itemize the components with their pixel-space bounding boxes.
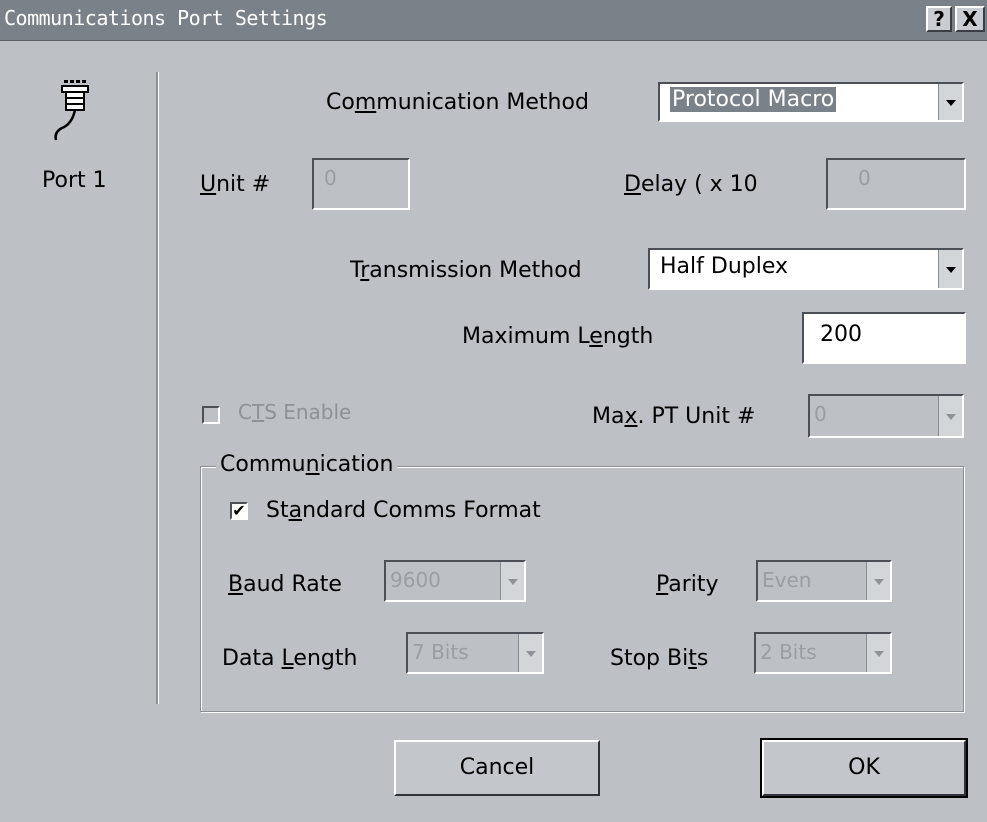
- transmission-method-value: Half Duplex: [660, 254, 789, 279]
- parity-select[interactable]: Even: [756, 560, 892, 602]
- parity-value: Even: [762, 568, 812, 592]
- comm-method-select[interactable]: Protocol Macro: [658, 82, 964, 122]
- delay-input[interactable]: 0: [826, 158, 966, 210]
- comm-method-value: Protocol Macro: [670, 87, 837, 112]
- max-length-label: Maximum Length: [462, 324, 654, 349]
- unit-label: Unit #: [200, 172, 271, 197]
- cancel-button[interactable]: Cancel: [394, 740, 600, 796]
- communication-group-title: Communication: [216, 452, 398, 477]
- help-button[interactable]: ?: [926, 6, 952, 32]
- parity-label: Parity: [656, 572, 719, 597]
- port-label: Port 1: [42, 168, 107, 193]
- delay-label: Delay ( x 10: [624, 172, 758, 197]
- max-pt-unit-label: Max. PT Unit #: [592, 404, 756, 429]
- chevron-down-icon[interactable]: [938, 250, 962, 288]
- standard-comms-checkbox[interactable]: ✔: [230, 502, 248, 520]
- baud-rate-select[interactable]: 9600: [384, 560, 526, 602]
- baud-rate-label: Baud Rate: [228, 572, 342, 597]
- stop-bits-value: 2 Bits: [760, 640, 817, 664]
- stop-bits-select[interactable]: 2 Bits: [754, 632, 892, 674]
- standard-comms-label: Standard Comms Format: [266, 498, 541, 523]
- unit-input[interactable]: 0: [312, 158, 410, 210]
- stop-bits-label: Stop Bits: [610, 646, 709, 671]
- transmission-method-label: Transmission Method: [350, 258, 582, 283]
- chevron-down-icon[interactable]: [518, 634, 542, 672]
- max-length-input[interactable]: 200: [802, 312, 966, 364]
- data-length-value: 7 Bits: [412, 640, 469, 664]
- vertical-separator: [156, 72, 159, 704]
- chevron-down-icon[interactable]: [500, 562, 524, 600]
- chevron-down-icon[interactable]: [938, 396, 962, 436]
- serial-port-icon: [50, 76, 100, 142]
- data-length-label: Data Length: [222, 646, 358, 671]
- chevron-down-icon[interactable]: [866, 634, 890, 672]
- cts-enable-label: CTS Enable: [238, 400, 352, 424]
- comm-method-label: Communication Method: [326, 90, 589, 115]
- chevron-down-icon[interactable]: [938, 84, 962, 120]
- chevron-down-icon[interactable]: [866, 562, 890, 600]
- ok-button[interactable]: OK: [760, 738, 968, 798]
- cts-enable-checkbox[interactable]: [202, 406, 220, 424]
- window-title: Communications Port Settings: [4, 6, 328, 30]
- max-pt-unit-select[interactable]: 0: [808, 394, 964, 438]
- data-length-select[interactable]: 7 Bits: [406, 632, 544, 674]
- max-pt-unit-value: 0: [814, 402, 827, 426]
- transmission-method-select[interactable]: Half Duplex: [648, 248, 964, 290]
- baud-rate-value: 9600: [390, 568, 441, 592]
- close-button[interactable]: X: [955, 6, 985, 32]
